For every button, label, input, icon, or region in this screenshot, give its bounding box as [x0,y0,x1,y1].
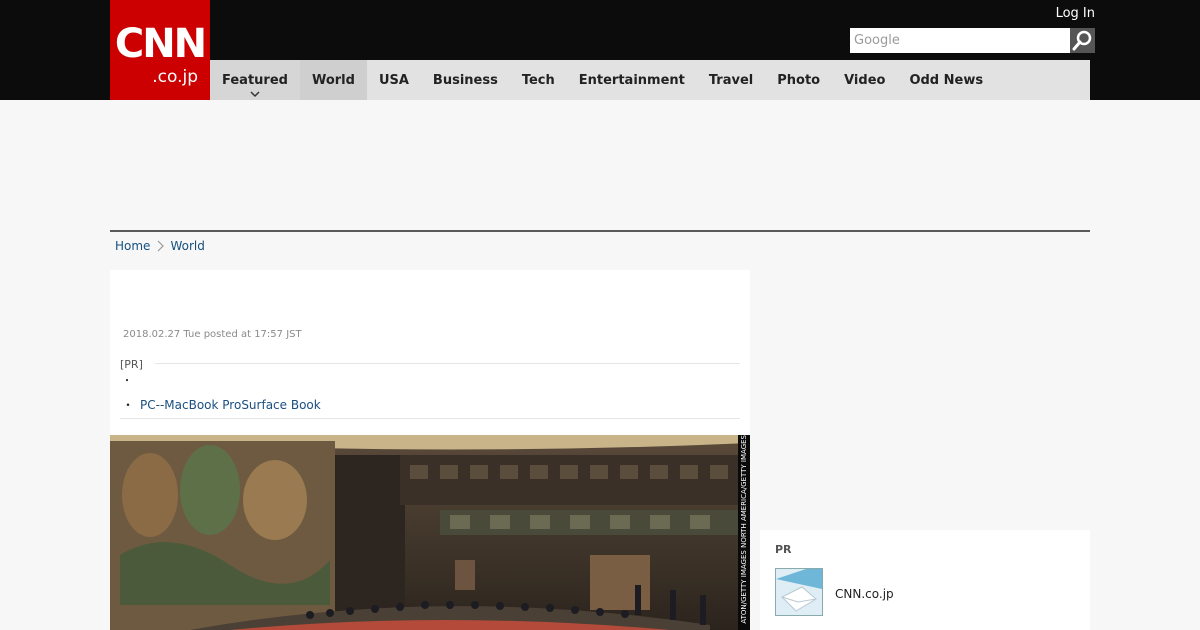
nav-item-label: Video [844,72,886,88]
nav-item-label: Travel [708,72,754,88]
photo-credit: ATON/GETTY IMAGES NORTH AMERICA/GETTY IM… [740,435,748,624]
main-nav: Featured World USA Business Tech Enterta… [210,60,1090,100]
mail-icon [776,569,822,615]
pr-link[interactable]: PC--MacBook ProSurface Book [140,398,321,412]
article-card: 2018.02.27 Tue posted at 17:57 JST [PR] … [110,270,750,630]
sidebar-thumbnail[interactable] [775,568,823,616]
breadcrumb: Home World [115,238,205,254]
sidebar-pr-box: PR CNN.co.jp [760,530,1090,630]
sidebar-title: PR [775,543,792,556]
cnn-logo[interactable]: CNN .co.jp [110,0,210,100]
search-input[interactable] [850,28,1070,53]
nav-item-tech[interactable]: Tech [510,60,567,100]
nav-item-label: Entertainment [578,72,685,88]
article-photo [110,435,750,630]
pr-divider-bottom [120,418,740,419]
nav-item-label: USA [378,72,409,88]
nav-item-label: Business [432,72,498,88]
nav-item-label: Odd News [909,72,984,88]
nav-item-label: World [311,72,355,88]
nav-item-world[interactable]: World [299,60,367,100]
breadcrumb-current[interactable]: World [170,238,204,254]
nav-item-label: Photo [777,72,821,88]
nav-item-label: Featured [222,72,288,88]
logo-domain: .co.jp [152,67,198,87]
nav-item-photo[interactable]: Photo [765,60,832,100]
search-icon [1072,30,1092,51]
pr-bullet: ・ [122,398,135,412]
pr-bullet: ・ [122,376,132,387]
chevron-right-icon [158,240,165,252]
login-link[interactable]: Log In [1040,5,1095,23]
nav-item-featured[interactable]: Featured [210,60,300,100]
nav-item-odd-news[interactable]: Odd News [897,60,995,100]
nav-item-usa[interactable]: USA [367,60,421,100]
sidebar-link[interactable]: CNN.co.jp [835,587,894,601]
breadcrumb-home[interactable]: Home [115,238,150,254]
pr-divider [155,363,740,364]
nav-item-business[interactable]: Business [421,60,510,100]
section-divider [110,230,1090,232]
logo-wordmark: CNN [114,21,207,67]
pr-label: [PR] [120,358,143,371]
pr-list-item: ・ PC--MacBook ProSurface Book [122,396,321,413]
nav-item-travel[interactable]: Travel [697,60,765,100]
nav-item-label: Tech [521,72,555,88]
search-button[interactable] [1070,28,1095,53]
nav-item-video[interactable]: Video [832,60,897,100]
chevron-down-icon [250,91,260,98]
article-date: 2018.02.27 Tue posted at 17:57 JST [123,329,302,340]
nav-item-entertainment[interactable]: Entertainment [567,60,697,100]
